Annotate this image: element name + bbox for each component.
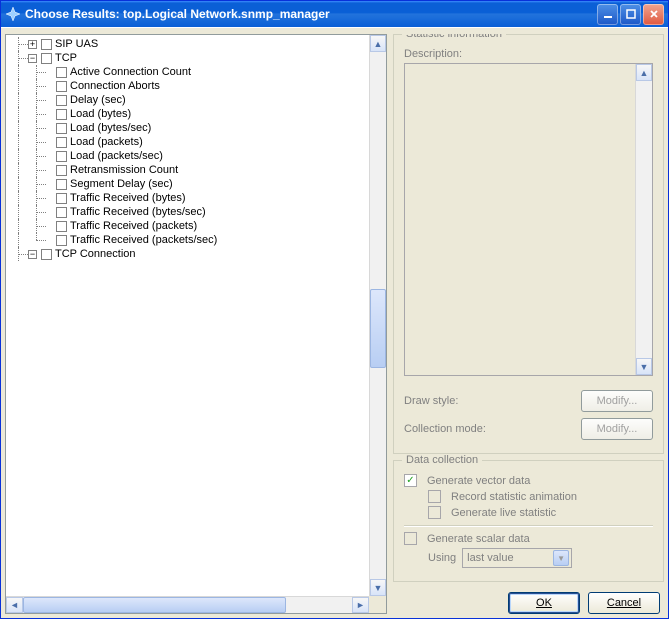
tree-item[interactable]: Retransmission Count	[10, 163, 386, 177]
maximize-button[interactable]	[620, 4, 641, 25]
titlebar[interactable]: Choose Results: top.Logical Network.snmp…	[1, 1, 668, 27]
tree-checkbox[interactable]	[56, 235, 67, 246]
app-icon	[5, 6, 21, 22]
statistic-info-group: Statistic information Description: ▲ ▼ D…	[393, 34, 664, 454]
scroll-left-button[interactable]: ◄	[6, 597, 23, 613]
tree-leaf[interactable]: Load (bytes)	[70, 107, 131, 121]
tree-checkbox[interactable]	[56, 193, 67, 204]
description-textarea: ▲ ▼	[404, 63, 653, 376]
tree-item[interactable]: SIP UAS	[10, 37, 386, 51]
tree-checkbox[interactable]	[56, 165, 67, 176]
tree-leaf[interactable]: Traffic Received (packets/sec)	[70, 233, 217, 247]
tree-item[interactable]: Traffic Received (packets/sec)	[10, 233, 386, 247]
tree-checkbox[interactable]	[56, 123, 67, 134]
collection-mode-modify-button[interactable]: Modify...	[581, 418, 653, 440]
scroll-corner	[369, 596, 386, 613]
scroll-right-button[interactable]: ►	[352, 597, 369, 613]
record-anim-checkbox[interactable]	[428, 490, 441, 503]
tree-item[interactable]: TCP	[10, 51, 386, 65]
tree-leaf[interactable]: Segment Delay (sec)	[70, 177, 173, 191]
tree-leaf[interactable]: Load (bytes/sec)	[70, 121, 151, 135]
tree-leaf[interactable]: Traffic Received (packets)	[70, 219, 197, 233]
scroll-thumb[interactable]	[370, 289, 386, 368]
tree-item[interactable]: Traffic Received (bytes)	[10, 191, 386, 205]
tree-horizontal-scrollbar[interactable]: ◄ ►	[6, 596, 369, 613]
data-collection-legend: Data collection	[402, 454, 482, 466]
desc-scroll-up[interactable]: ▲	[636, 64, 652, 81]
tree-node-sip-uas[interactable]: SIP UAS	[55, 37, 98, 51]
dialog-buttons: OK Cancel	[393, 588, 664, 614]
tree-checkbox[interactable]	[41, 53, 52, 64]
client-area: SIP UASTCPActive Connection CountConnect…	[1, 27, 668, 618]
desc-scrollbar[interactable]: ▲ ▼	[635, 64, 652, 375]
tree-checkbox[interactable]	[56, 109, 67, 120]
ok-button[interactable]: OK	[508, 592, 580, 614]
tree-leaf[interactable]: Traffic Received (bytes)	[70, 191, 186, 205]
tree-checkbox[interactable]	[56, 137, 67, 148]
results-tree[interactable]: SIP UASTCPActive Connection CountConnect…	[10, 37, 386, 261]
dialog-window: Choose Results: top.Logical Network.snmp…	[0, 0, 669, 619]
tree-leaf[interactable]: Connection Aborts	[70, 79, 160, 93]
using-select[interactable]: last value ▼	[462, 548, 572, 568]
draw-style-label: Draw style:	[404, 395, 458, 407]
tree-item[interactable]: Load (bytes/sec)	[10, 121, 386, 135]
tree-item[interactable]: Delay (sec)	[10, 93, 386, 107]
tree-leaf[interactable]: Delay (sec)	[70, 93, 126, 107]
tree-checkbox[interactable]	[56, 95, 67, 106]
gen-live-checkbox[interactable]	[428, 506, 441, 519]
tree-item[interactable]: Connection Aborts	[10, 79, 386, 93]
description-label: Description:	[404, 48, 462, 60]
cancel-button[interactable]: Cancel	[588, 592, 660, 614]
scroll-down-button[interactable]: ▼	[370, 579, 386, 596]
tree-checkbox[interactable]	[56, 207, 67, 218]
tree-leaf[interactable]: Load (packets/sec)	[70, 149, 163, 163]
tree-item[interactable]: Segment Delay (sec)	[10, 177, 386, 191]
desc-scroll-down[interactable]: ▼	[636, 358, 652, 375]
gen-vector-label: Generate vector data	[427, 475, 530, 487]
data-collection-group: Data collection Generate vector data Rec…	[393, 460, 664, 582]
gen-scalar-label: Generate scalar data	[427, 533, 530, 545]
gen-vector-checkbox[interactable]	[404, 474, 417, 487]
draw-style-modify-button[interactable]: Modify...	[581, 390, 653, 412]
tree-leaf[interactable]: Active Connection Count	[70, 65, 191, 79]
results-tree-panel: SIP UASTCPActive Connection CountConnect…	[5, 34, 387, 614]
tree-checkbox[interactable]	[56, 221, 67, 232]
tree-leaf[interactable]: Traffic Received (bytes/sec)	[70, 205, 206, 219]
tree-item[interactable]: Active Connection Count	[10, 65, 386, 79]
gen-live-label: Generate live statistic	[451, 507, 556, 519]
close-button[interactable]	[643, 4, 664, 25]
tree-vertical-scrollbar[interactable]: ▲ ▼	[369, 35, 386, 596]
tree-item[interactable]: TCP Connection	[10, 247, 386, 261]
statistic-info-legend: Statistic information	[402, 34, 506, 40]
collapse-icon[interactable]	[28, 54, 37, 63]
collection-mode-label: Collection mode:	[404, 423, 486, 435]
using-label: Using	[428, 552, 456, 564]
scroll-up-button[interactable]: ▲	[370, 35, 386, 52]
hscroll-thumb[interactable]	[23, 597, 286, 613]
minimize-button[interactable]	[597, 4, 618, 25]
tree-checkbox[interactable]	[41, 249, 52, 260]
record-anim-label: Record statistic animation	[451, 491, 577, 503]
tree-leaf[interactable]: Load (packets)	[70, 135, 143, 149]
tree-node-tcp-connection[interactable]: TCP Connection	[55, 247, 136, 261]
tree-checkbox[interactable]	[41, 39, 52, 50]
right-panel: Statistic information Description: ▲ ▼ D…	[393, 34, 664, 614]
tree-node-tcp[interactable]: TCP	[55, 51, 77, 65]
tree-checkbox[interactable]	[56, 81, 67, 92]
tree-checkbox[interactable]	[56, 151, 67, 162]
using-value: last value	[467, 552, 513, 564]
tree-checkbox[interactable]	[56, 67, 67, 78]
tree-item[interactable]: Load (packets/sec)	[10, 149, 386, 163]
tree-item[interactable]: Traffic Received (packets)	[10, 219, 386, 233]
tree-item[interactable]: Load (bytes)	[10, 107, 386, 121]
expand-icon[interactable]	[28, 40, 37, 49]
dropdown-arrow-icon: ▼	[553, 550, 569, 566]
tree-leaf[interactable]: Retransmission Count	[70, 163, 178, 177]
gen-scalar-checkbox[interactable]	[404, 532, 417, 545]
tree-item[interactable]: Load (packets)	[10, 135, 386, 149]
collapse-icon[interactable]	[28, 250, 37, 259]
window-title: Choose Results: top.Logical Network.snmp…	[25, 7, 597, 21]
tree-item[interactable]: Traffic Received (bytes/sec)	[10, 205, 386, 219]
tree-checkbox[interactable]	[56, 179, 67, 190]
